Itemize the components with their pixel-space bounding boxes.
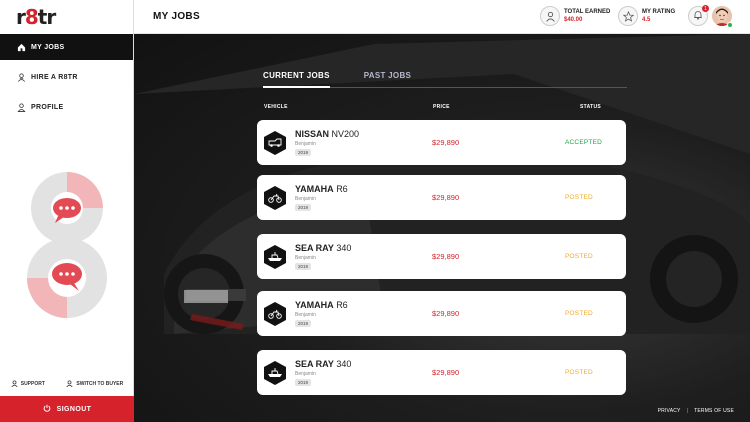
status-badge: POSTED <box>565 253 593 260</box>
sidebar-bottom-links: SUPPORT SWITCH TO BUYER <box>0 372 134 396</box>
earnings-icon <box>540 6 560 26</box>
online-status-dot <box>727 22 733 28</box>
vehicle-year-badge: 2019 <box>295 149 312 156</box>
job-price: $29,890 <box>432 368 460 377</box>
logo[interactable]: r 8 tr <box>0 0 133 34</box>
vehicle-owner: Benjamin <box>295 255 316 261</box>
vehicle-name: YAMAHA R6 <box>295 300 348 310</box>
switch-to-buyer-label: SWITCH TO BUYER <box>76 381 124 387</box>
footer-separator: | <box>686 408 689 414</box>
total-earned-value: $40.00 <box>564 17 583 23</box>
support-link[interactable]: SUPPORT <box>11 380 45 389</box>
boat-icon <box>264 245 286 269</box>
user-icon <box>16 102 26 112</box>
total-earned-label: TOTAL EARNED <box>564 9 611 15</box>
boat-icon <box>264 361 286 385</box>
star-icon <box>618 6 638 26</box>
logo-text-8: 8 <box>24 5 39 29</box>
main-content: CURRENT JOBS PAST JOBS VEHICLE PRICE STA… <box>134 34 750 422</box>
top-header: MY JOBS TOTAL EARNED $40.00 MY RATING 4.… <box>134 0 750 34</box>
support-icon <box>11 380 18 389</box>
total-earned: TOTAL EARNED $40.00 <box>540 6 610 26</box>
job-price: $29,890 <box>432 193 460 202</box>
tab-current-jobs[interactable]: CURRENT JOBS <box>263 71 330 88</box>
vehicle-owner: Benjamin <box>295 371 316 377</box>
sidebar-item-hire[interactable]: HIRE A R8TR <box>0 64 133 90</box>
sidebar-item-label: PROFILE <box>31 103 64 111</box>
motorcycle-icon <box>264 186 286 210</box>
column-header-status: STATUS <box>580 104 602 110</box>
job-card[interactable]: SEA RAY 340 Benjamin 2019 $29,890 POSTED <box>257 234 626 279</box>
signout-label: SIGNOUT <box>56 405 92 413</box>
power-icon <box>43 404 51 414</box>
sidebar: r 8 tr MY JOBS HIRE A R8TR PROFILE SUPPO… <box>0 0 134 422</box>
vehicle-year-badge: 2019 <box>295 320 312 327</box>
rating-label: MY RATING <box>642 9 676 15</box>
footer-links: PRIVACY | TERMS OF USE <box>658 408 734 414</box>
notifications-button[interactable]: 1 <box>688 5 709 26</box>
van-icon <box>264 131 286 155</box>
status-badge: POSTED <box>565 369 593 376</box>
home-icon <box>16 42 26 52</box>
terms-link[interactable]: TERMS OF USE <box>694 408 734 414</box>
logo-text-r: r <box>16 5 26 29</box>
tab-past-jobs[interactable]: PAST JOBS <box>364 71 411 87</box>
sidebar-item-label: HIRE A R8TR <box>31 73 78 81</box>
jobs-tabs: CURRENT JOBS PAST JOBS <box>263 71 627 88</box>
motorcycle-icon <box>264 302 286 326</box>
vehicle-name: SEA RAY 340 <box>295 359 352 369</box>
vehicle-owner: Benjamin <box>295 196 316 202</box>
sidebar-item-label: MY JOBS <box>31 43 65 51</box>
switch-user-icon <box>66 380 73 389</box>
status-badge: ACCEPTED <box>565 139 602 146</box>
sidebar-item-profile[interactable]: PROFILE <box>0 94 133 120</box>
my-rating: MY RATING 4.5 <box>618 6 675 26</box>
vehicle-name: NISSAN NV200 <box>295 129 360 139</box>
vehicle-owner: Benjamin <box>295 141 316 147</box>
status-badge: POSTED <box>565 310 593 317</box>
column-header-price: PRICE <box>433 104 450 110</box>
notification-badge: 1 <box>702 5 709 12</box>
job-card[interactable]: YAMAHA R6 Benjamin 2019 $29,890 POSTED <box>257 175 626 220</box>
vehicle-owner: Benjamin <box>295 312 316 318</box>
job-price: $29,890 <box>432 252 460 261</box>
sidebar-item-my-jobs[interactable]: MY JOBS <box>0 34 133 60</box>
privacy-link[interactable]: PRIVACY <box>658 408 681 414</box>
support-label: SUPPORT <box>20 381 45 387</box>
column-header-vehicle: VEHICLE <box>264 104 288 110</box>
job-card[interactable]: SEA RAY 340 Benjamin 2019 $29,890 POSTED <box>257 350 626 395</box>
job-card[interactable]: YAMAHA R6 Benjamin 2019 $29,890 POSTED <box>257 291 626 336</box>
status-badge: POSTED <box>565 194 593 201</box>
vehicle-year-badge: 2019 <box>295 263 312 270</box>
page-title: MY JOBS <box>153 11 200 22</box>
vehicle-name: SEA RAY 340 <box>295 243 352 253</box>
vehicle-name: YAMAHA R6 <box>295 184 348 194</box>
brand-eight-illustration <box>27 172 107 318</box>
switch-to-buyer-link[interactable]: SWITCH TO BUYER <box>66 380 123 389</box>
job-price: $29,890 <box>432 309 460 318</box>
signout-button[interactable]: SIGNOUT <box>0 396 134 422</box>
vehicle-year-badge: 2019 <box>295 379 312 386</box>
job-price: $29,890 <box>432 138 460 147</box>
hire-icon <box>16 72 26 82</box>
job-card[interactable]: NISSAN NV200 Benjamin 2019 $29,890 ACCEP… <box>257 120 626 165</box>
rating-value: 4.5 <box>642 17 651 23</box>
vehicle-year-badge: 2019 <box>295 204 312 211</box>
logo-text-tr: tr <box>37 5 56 29</box>
